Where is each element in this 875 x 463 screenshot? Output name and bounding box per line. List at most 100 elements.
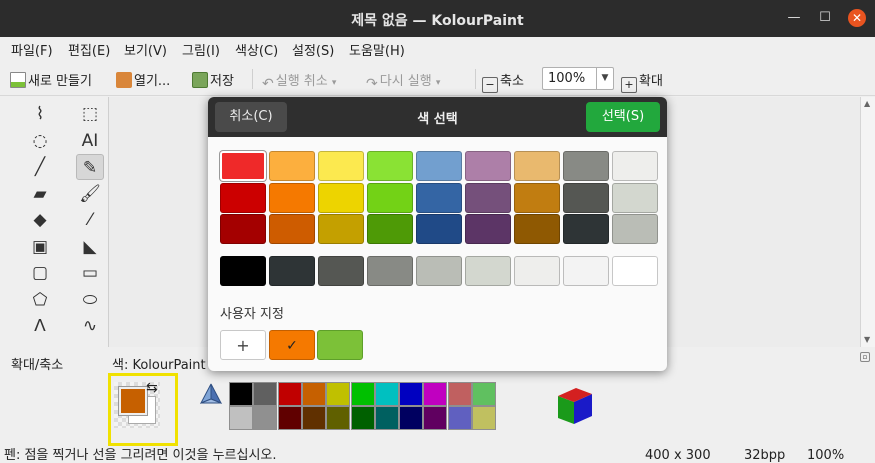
gray-swatch[interactable] xyxy=(514,256,560,286)
foreground-color[interactable] xyxy=(118,386,148,416)
palette-swatch[interactable] xyxy=(399,382,424,406)
palette-swatch[interactable] xyxy=(229,406,253,430)
swap-colors-icon[interactable]: ⇆ xyxy=(146,380,158,396)
ellipse-select-icon[interactable]: ◌ xyxy=(26,128,54,154)
gray-swatch[interactable] xyxy=(563,256,609,286)
add-custom-color-button[interactable]: + xyxy=(220,330,266,360)
color-swatch[interactable] xyxy=(269,214,315,244)
gray-swatch[interactable] xyxy=(269,256,315,286)
scroll-down-icon[interactable]: ▼ xyxy=(864,335,870,344)
palette-swatch[interactable] xyxy=(326,382,351,406)
color-swatch[interactable] xyxy=(563,182,609,213)
palette-swatch[interactable] xyxy=(472,406,496,430)
menu-settings[interactable]: 설정(S) xyxy=(292,40,334,59)
polygon-icon[interactable]: ⬠ xyxy=(26,287,54,313)
color-swatch[interactable] xyxy=(367,182,413,213)
gray-swatch[interactable] xyxy=(416,256,462,286)
palette-swatch[interactable] xyxy=(374,382,399,406)
undo-button[interactable]: ↶ 실행 취소 ▾ xyxy=(262,70,336,92)
menu-view[interactable]: 보기(V) xyxy=(124,40,167,59)
color-picker-icon[interactable]: ⁄ xyxy=(76,207,104,233)
redo-button[interactable]: ↷ 다시 실행 ▾ xyxy=(366,70,440,92)
close-icon[interactable]: ✕ xyxy=(848,9,866,27)
custom-color-swatch-selected[interactable]: ✓ xyxy=(269,330,315,360)
color-swatch[interactable] xyxy=(612,214,658,244)
brush-tool-icon[interactable]: 🖌 xyxy=(76,181,104,207)
color-swatch[interactable] xyxy=(269,182,315,213)
menu-file[interactable]: 파일(F) xyxy=(11,40,53,59)
color-swatch[interactable] xyxy=(465,182,511,213)
palette-swatch[interactable] xyxy=(447,406,472,430)
color-swatch[interactable] xyxy=(612,182,658,213)
color-swatch[interactable] xyxy=(220,182,266,213)
color-eraser-icon[interactable]: ▣ xyxy=(26,234,54,260)
color-swatch[interactable] xyxy=(465,214,511,244)
palette-swatch[interactable] xyxy=(301,406,326,430)
vertical-scrollbar[interactable]: ▲ ▼ xyxy=(860,97,875,347)
chevron-down-icon[interactable]: ▼ xyxy=(596,68,613,89)
rect-select-icon[interactable]: ⬚ xyxy=(76,101,104,127)
maximize-icon[interactable]: ☐ xyxy=(816,9,834,27)
palette-swatch[interactable] xyxy=(423,406,448,430)
palette-swatch[interactable] xyxy=(350,406,375,430)
palette-swatch[interactable] xyxy=(374,406,399,430)
zoom-out-button[interactable]: − 축소 xyxy=(482,70,524,93)
color-swatch[interactable] xyxy=(318,182,364,213)
menu-colors[interactable]: 색상(C) xyxy=(235,40,278,59)
palette-swatch[interactable] xyxy=(253,406,278,430)
palette-swatch[interactable] xyxy=(399,406,424,430)
scroll-up-icon[interactable]: ▲ xyxy=(864,99,870,108)
new-button[interactable]: 새로 만들기 xyxy=(10,70,92,89)
color-cube-icon[interactable] xyxy=(556,384,594,426)
palette-swatch[interactable] xyxy=(277,382,302,406)
color-swatch[interactable] xyxy=(465,151,511,181)
menu-help[interactable]: 도움말(H) xyxy=(349,40,405,59)
color-similarity-icon[interactable] xyxy=(199,383,223,405)
redo-dropdown-icon[interactable]: ▾ xyxy=(436,78,441,88)
color-swatch[interactable] xyxy=(367,214,413,244)
color-swatch[interactable] xyxy=(563,151,609,181)
color-swatch[interactable] xyxy=(220,214,266,244)
undo-dropdown-icon[interactable]: ▾ xyxy=(332,78,337,88)
palette-swatch[interactable] xyxy=(447,382,472,406)
color-swatch[interactable] xyxy=(318,214,364,244)
gray-swatch[interactable] xyxy=(612,256,658,286)
color-swatch[interactable] xyxy=(563,214,609,244)
save-button[interactable]: 저장 xyxy=(192,70,234,89)
flood-fill-icon[interactable]: ◆ xyxy=(26,207,54,233)
palette-swatch[interactable] xyxy=(423,382,448,406)
color-swatch[interactable] xyxy=(612,151,658,181)
line-tool-icon[interactable]: ╱ xyxy=(26,154,54,180)
spraycan-icon[interactable]: ◣ xyxy=(76,234,104,260)
dock-float-icon[interactable]: ▫ xyxy=(860,352,870,362)
palette-swatch[interactable] xyxy=(350,382,375,406)
rectangle-icon[interactable]: ▭ xyxy=(76,260,104,286)
color-swatch[interactable] xyxy=(318,151,364,181)
color-swatch[interactable] xyxy=(514,214,560,244)
palette-swatch[interactable] xyxy=(253,382,278,406)
minimize-icon[interactable]: — xyxy=(785,9,803,27)
eraser-tool-icon[interactable]: ▰ xyxy=(26,181,54,207)
text-tool-icon[interactable]: AI xyxy=(76,128,104,154)
free-form-select-icon[interactable]: ⌇ xyxy=(26,101,54,127)
color-swatch[interactable] xyxy=(514,151,560,181)
color-swatch[interactable] xyxy=(416,214,462,244)
menu-image[interactable]: 그림(I) xyxy=(182,40,220,59)
menu-edit[interactable]: 편집(E) xyxy=(68,40,110,59)
color-swatch[interactable] xyxy=(416,151,462,181)
palette-swatch[interactable] xyxy=(326,406,351,430)
palette-swatch[interactable] xyxy=(301,382,326,406)
zoom-select[interactable]: 100% ▼ xyxy=(542,67,614,90)
pen-tool-icon[interactable]: ✎ xyxy=(76,154,104,180)
palette-swatch[interactable] xyxy=(472,382,496,406)
select-button[interactable]: 선택(S) xyxy=(586,102,660,132)
zoom-in-button[interactable]: + 확대 xyxy=(621,70,663,93)
gray-swatch[interactable] xyxy=(318,256,364,286)
gray-swatch[interactable] xyxy=(367,256,413,286)
color-swatch[interactable] xyxy=(220,151,266,181)
color-swatch[interactable] xyxy=(269,151,315,181)
color-swatch[interactable] xyxy=(416,182,462,213)
palette-swatch[interactable] xyxy=(277,406,302,430)
palette-swatch[interactable] xyxy=(229,382,253,406)
rounded-rect-icon[interactable]: ▢ xyxy=(26,260,54,286)
